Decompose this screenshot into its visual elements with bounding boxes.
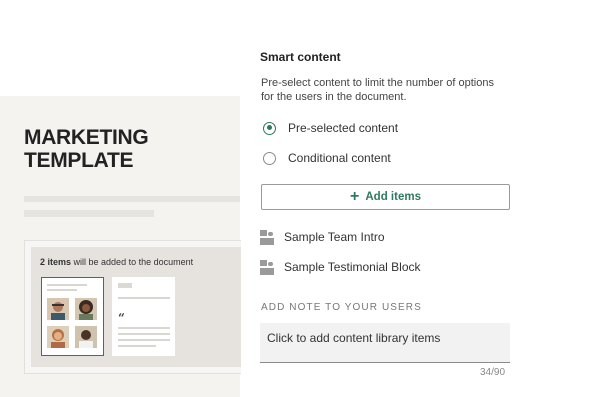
card-inner: 2 items will be added to the document “ <box>31 247 241 367</box>
option-label: Conditional content <box>288 151 391 165</box>
option-conditional[interactable]: Conditional content <box>263 150 391 166</box>
radio-button[interactable] <box>263 151 276 165</box>
option-label: Pre-selected content <box>288 121 399 135</box>
avatar <box>75 298 97 320</box>
items-count: 2 items <box>40 257 72 267</box>
content-item-label: Sample Testimonial Block <box>284 260 421 274</box>
content-block-icon <box>260 259 274 275</box>
thumb-line <box>118 339 170 341</box>
thumb-line <box>118 327 170 329</box>
caption-text: will be added to the document <box>71 257 194 267</box>
quote-icon: “ <box>118 311 125 325</box>
thumb-line <box>47 289 77 291</box>
option-preselected[interactable]: Pre-selected content <box>263 120 398 136</box>
add-items-label: Add items <box>365 191 421 203</box>
note-label: ADD NOTE TO YOUR USERS <box>261 302 422 313</box>
panel-description: Pre-select content to limit the number o… <box>261 77 494 103</box>
avatar <box>75 326 97 348</box>
content-item[interactable]: Sample Testimonial Block <box>260 259 421 275</box>
thumb-line <box>47 284 87 286</box>
thumb-line <box>118 297 170 299</box>
radio-button[interactable] <box>263 121 276 135</box>
thumb-line <box>118 333 170 335</box>
note-input[interactable]: Click to add content library items <box>260 323 510 363</box>
content-item[interactable]: Sample Team Intro <box>260 229 385 245</box>
content-item-label: Sample Team Intro <box>284 230 385 244</box>
panel-title: Smart content <box>260 50 341 64</box>
add-items-button[interactable]: + Add items <box>261 184 510 210</box>
testimonial-thumbnail[interactable]: “ <box>112 277 175 356</box>
avatar <box>47 298 69 320</box>
character-counter: 34/90 <box>480 367 506 378</box>
card-caption: 2 items will be added to the document <box>40 257 193 267</box>
placeholder-line <box>24 210 154 217</box>
smart-content-card: 2 items will be added to the document “ <box>24 240 241 374</box>
document-title: MARKETING TEMPLATE <box>24 126 149 172</box>
thumb-line <box>118 283 132 288</box>
plus-icon: + <box>350 188 360 205</box>
placeholder-line <box>24 196 240 202</box>
content-block-icon <box>260 229 274 245</box>
note-text: Click to add content library items <box>267 331 441 345</box>
avatar <box>47 326 69 348</box>
thumb-line <box>118 345 156 347</box>
team-intro-thumbnail[interactable] <box>41 277 104 356</box>
